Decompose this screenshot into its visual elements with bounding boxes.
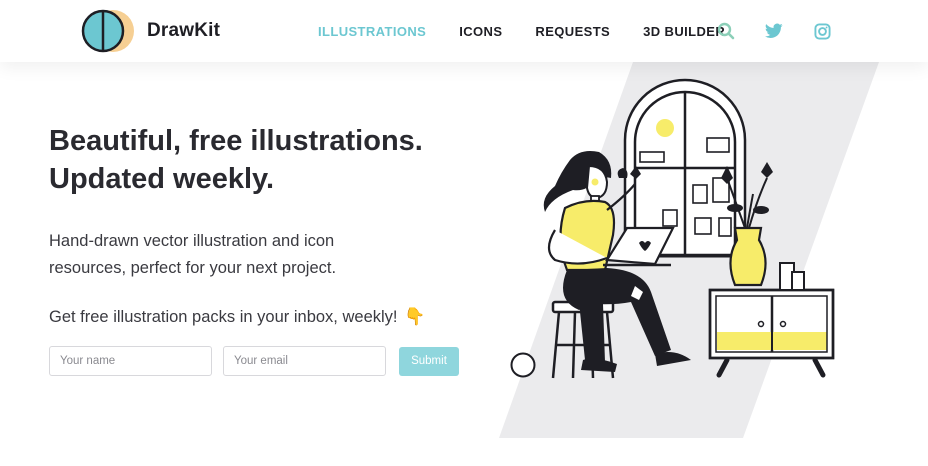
hero-illustration xyxy=(499,62,879,438)
newsletter-cta: Get free illustration packs in your inbo… xyxy=(49,307,425,327)
nav-illustrations[interactable]: ILLUSTRATIONS xyxy=(318,24,426,39)
submit-button[interactable]: Submit xyxy=(399,346,459,376)
nav-3d-builder[interactable]: 3D BUILDER xyxy=(643,24,725,39)
instagram-icon[interactable] xyxy=(812,21,832,41)
newsletter-form: Submit xyxy=(49,346,459,376)
nav-icons[interactable]: ICONS xyxy=(459,24,502,39)
newsletter-cta-text: Get free illustration packs in your inbo… xyxy=(49,308,398,326)
twitter-icon[interactable] xyxy=(764,21,784,41)
email-input[interactable] xyxy=(223,346,386,376)
brand-logo[interactable]: DrawKit xyxy=(81,8,220,54)
brand-name: DrawKit xyxy=(147,20,221,41)
site-header: DrawKit ILLUSTRATIONS ICONS REQUESTS 3D … xyxy=(0,0,928,62)
pointing-down-icon: 👇 xyxy=(404,307,426,326)
drawkit-logo-icon xyxy=(81,9,134,53)
hero-subtitle: Hand-drawn vector illustration and icon … xyxy=(49,232,337,277)
name-input[interactable] xyxy=(49,346,212,376)
nav-requests[interactable]: REQUESTS xyxy=(535,24,610,39)
header-icon-group xyxy=(716,21,832,41)
hero-title: Beautiful, free illustrations. Updated w… xyxy=(49,122,469,198)
hero-title-line1: Beautiful, free illustrations. xyxy=(49,125,423,157)
main-nav: ILLUSTRATIONS ICONS REQUESTS 3D BUILDER xyxy=(318,24,725,39)
search-icon[interactable] xyxy=(716,21,736,41)
hero-title-line2: Updated weekly. xyxy=(49,163,275,195)
